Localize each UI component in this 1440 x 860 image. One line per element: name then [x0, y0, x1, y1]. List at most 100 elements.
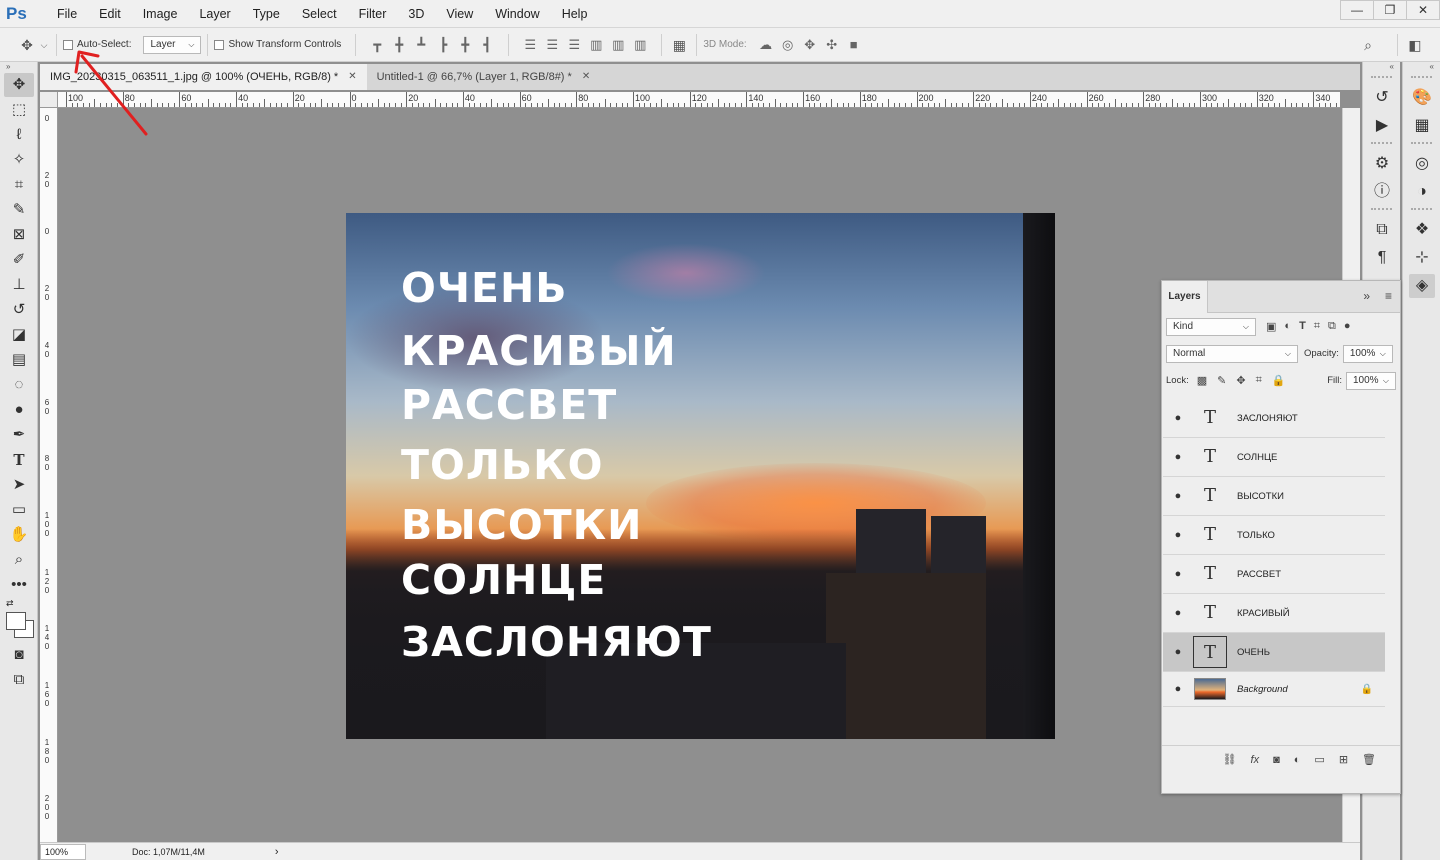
screen-mode-icon[interactable]: ⧉	[4, 668, 34, 692]
visibility-eye-icon[interactable]: ●	[1163, 683, 1193, 695]
history-panel-icon[interactable]: ↺	[1369, 86, 1395, 110]
image-text-line[interactable]: РАССВЕТ	[401, 383, 617, 427]
more-tools-icon[interactable]: •••	[4, 573, 34, 597]
layer-name[interactable]: СОЛНЦЕ	[1237, 452, 1277, 463]
panel-expand-icon[interactable]: »	[1363, 289, 1370, 303]
layer-row[interactable]: ● T СОЛНЦЕ	[1163, 438, 1385, 477]
quick-mask-icon[interactable]: ◙	[4, 643, 34, 667]
filter-smart-icon[interactable]: ⧉	[1328, 320, 1336, 333]
swatches-panel-icon[interactable]: ▦	[1409, 114, 1435, 138]
link-layers-icon[interactable]: ⛓	[1223, 753, 1237, 766]
filter-shape-icon[interactable]: ⌗	[1314, 320, 1320, 333]
lock-artboard-icon[interactable]: ⌗	[1256, 374, 1262, 387]
image-text-line[interactable]: ВЫСОТКИ	[401, 503, 642, 547]
3d-roll-icon[interactable]: ◎	[779, 37, 797, 53]
paragraph-panel-icon[interactable]: ¶	[1369, 246, 1395, 270]
foreground-color-swatch[interactable]	[6, 612, 26, 630]
lock-image-icon[interactable]: ✎	[1217, 374, 1226, 387]
move-tool-icon[interactable]: ✥	[4, 73, 34, 97]
collapse-icon[interactable]: «	[1363, 62, 1400, 72]
close-window-button[interactable]: ✕	[1406, 0, 1440, 20]
hand-tool-icon[interactable]: ✋	[4, 523, 34, 547]
zoom-field[interactable]: 100%	[40, 843, 86, 860]
color-swatches[interactable]	[4, 610, 37, 642]
visibility-eye-icon[interactable]: ●	[1163, 412, 1193, 424]
zoom-tool-icon[interactable]: ⌕	[4, 548, 34, 572]
type-tool-icon[interactable]: T	[4, 448, 34, 472]
swap-colors-icon[interactable]: ⇄	[0, 598, 37, 610]
lock-transparency-icon[interactable]: ▩	[1197, 374, 1207, 387]
history-brush-tool-icon[interactable]: ↺	[4, 298, 34, 322]
3d-slide-icon[interactable]: ✣	[823, 37, 841, 53]
3d-pan-icon[interactable]: ✥	[801, 37, 819, 53]
modifier-panel-icon[interactable]: ⚙	[1369, 152, 1395, 176]
panel-menu-icon[interactable]: ≡	[1385, 289, 1392, 303]
add-mask-icon[interactable]: ◙	[1273, 754, 1280, 766]
fill-field[interactable]: 100% ⌵	[1346, 371, 1396, 390]
visibility-eye-icon[interactable]: ●	[1163, 490, 1193, 502]
paths-panel-icon[interactable]: ⊹	[1409, 246, 1435, 270]
distribute-hcenter-icon[interactable]: ▥	[609, 37, 627, 53]
layers-panel-icon[interactable]: ◈	[1409, 274, 1435, 298]
filter-type-icon[interactable]: T	[1299, 320, 1306, 333]
layer-name[interactable]: РАССВЕТ	[1237, 569, 1281, 580]
close-icon[interactable]: ✕	[582, 64, 590, 90]
filter-adjustment-icon[interactable]: ◐	[1284, 320, 1291, 333]
menu-file[interactable]: File	[46, 0, 88, 28]
layer-name[interactable]: ВЫСОТКИ	[1237, 491, 1284, 502]
new-group-icon[interactable]: ▭	[1314, 753, 1324, 766]
filter-pixel-icon[interactable]: ▣	[1266, 320, 1276, 333]
image-text-line[interactable]: ТОЛЬКО	[401, 443, 604, 487]
menu-help[interactable]: Help	[551, 0, 599, 28]
rectangle-tool-icon[interactable]: ▭	[4, 498, 34, 522]
actions-panel-icon[interactable]: ▶	[1369, 114, 1395, 138]
status-menu-arrow[interactable]: ›	[275, 846, 279, 858]
visibility-eye-icon[interactable]: ●	[1163, 568, 1193, 580]
layer-row[interactable]: ● T ЗАСЛОНЯЮТ	[1163, 399, 1385, 438]
crop-tool-icon[interactable]: ⌗	[4, 173, 34, 197]
new-layer-icon[interactable]: ⊞	[1339, 753, 1348, 766]
document-image[interactable]: ОЧЕНЬ КРАСИВЫЙ РАССВЕТ ТОЛЬКО ВЫСОТКИ СО…	[346, 213, 1055, 739]
menu-select[interactable]: Select	[291, 0, 348, 28]
menu-layer[interactable]: Layer	[188, 0, 241, 28]
blur-tool-icon[interactable]: ◌	[4, 373, 34, 397]
distribute-top-icon[interactable]: ☰	[521, 37, 539, 53]
eraser-tool-icon[interactable]: ◪	[4, 323, 34, 347]
collapse-icon[interactable]: »	[0, 62, 37, 72]
menu-filter[interactable]: Filter	[348, 0, 398, 28]
info-panel-icon[interactable]: ⓘ	[1369, 180, 1395, 204]
tab-untitled[interactable]: Untitled-1 @ 66,7% (Layer 1, RGB/8#) * ✕	[367, 64, 601, 90]
auto-align-icon[interactable]: ▦	[668, 35, 690, 55]
trash-icon[interactable]: 🗑	[1362, 753, 1376, 766]
distribute-vcenter-icon[interactable]: ☰	[543, 37, 561, 53]
search-icon[interactable]: ⌕	[1357, 35, 1379, 55]
align-top-icon[interactable]: ┳	[368, 37, 386, 53]
align-vcenter-icon[interactable]: ╋	[390, 37, 408, 53]
layer-row-selected[interactable]: ● T ОЧЕНЬ	[1163, 633, 1385, 672]
align-left-icon[interactable]: ┣	[434, 37, 452, 53]
tool-preset-chevron-icon[interactable]: ⌵	[38, 35, 50, 55]
lock-all-icon[interactable]: 🔒	[1272, 374, 1286, 387]
layer-row[interactable]: ● T ВЫСОТКИ	[1163, 477, 1385, 516]
visibility-eye-icon[interactable]: ●	[1163, 607, 1193, 619]
clone-source-icon[interactable]: ⧉	[1369, 218, 1395, 242]
3d-orbit-icon[interactable]: ☁	[757, 37, 775, 53]
menu-window[interactable]: Window	[484, 0, 550, 28]
layer-name[interactable]: ЗАСЛОНЯЮТ	[1237, 413, 1298, 424]
gradient-tool-icon[interactable]: ▤	[4, 348, 34, 372]
layers-tab[interactable]: Layers	[1162, 281, 1208, 313]
visibility-eye-icon[interactable]: ●	[1163, 529, 1193, 541]
adjustment-layer-icon[interactable]: ◐	[1294, 754, 1301, 766]
layer-row[interactable]: ● T РАССВЕТ	[1163, 555, 1385, 594]
menu-view[interactable]: View	[435, 0, 484, 28]
menu-edit[interactable]: Edit	[88, 0, 132, 28]
layer-style-icon[interactable]: fx	[1251, 754, 1260, 766]
stamp-tool-icon[interactable]: ⊥	[4, 273, 34, 297]
layer-row[interactable]: ● T ТОЛЬКО	[1163, 516, 1385, 555]
magic-wand-tool-icon[interactable]: ✧	[4, 148, 34, 172]
dodge-tool-icon[interactable]: ●	[4, 398, 34, 422]
collapse-icon[interactable]: «	[1403, 62, 1440, 72]
close-icon[interactable]: ✕	[348, 64, 356, 90]
filter-toggle-icon[interactable]: ●	[1344, 320, 1351, 333]
marquee-tool-icon[interactable]: ⬚	[4, 98, 34, 122]
